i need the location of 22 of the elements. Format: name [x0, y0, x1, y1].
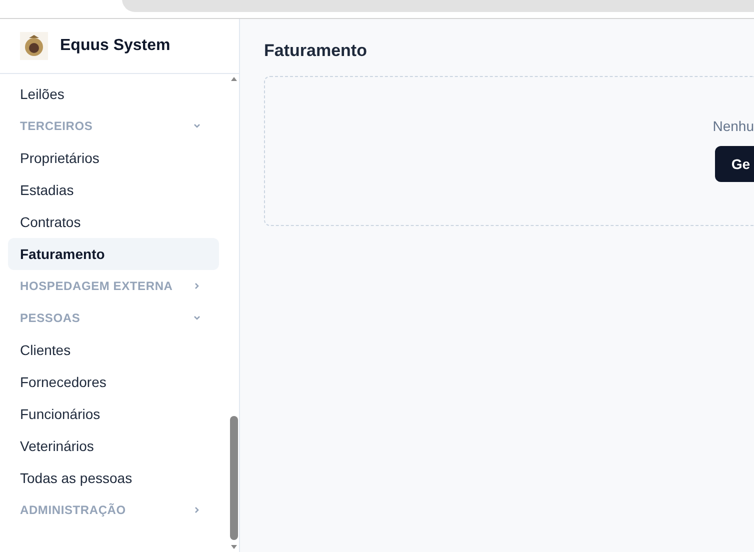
chevron-right-icon	[193, 506, 201, 514]
scroll-down-icon[interactable]	[230, 544, 238, 550]
sidebar-item[interactable]: Fornecedores	[8, 366, 219, 398]
sidebar-item[interactable]: Veterinários	[8, 430, 219, 462]
page-title: Faturamento	[264, 41, 368, 61]
chevron-down-icon	[193, 122, 201, 130]
sidebar-item[interactable]: Todas as pessoas	[8, 462, 219, 494]
sidebar-item[interactable]: Funcionários	[8, 398, 219, 430]
scroll-up-icon[interactable]	[230, 76, 238, 82]
app-name: Equus System	[60, 37, 170, 55]
crest-logo-icon	[20, 32, 48, 60]
sidebar-item[interactable]: Estadias	[8, 174, 219, 206]
sidebar-item[interactable]: Proprietários	[8, 142, 219, 174]
empty-message: Nenhu	[712, 118, 754, 134]
sidebar-item[interactable]: Faturamento	[8, 238, 219, 270]
sidebar-item[interactable]: Contratos	[8, 206, 219, 238]
scrollbar-thumb[interactable]	[230, 416, 238, 540]
generate-button[interactable]: Ge	[715, 146, 754, 182]
chevron-right-icon	[193, 282, 201, 290]
sidebar-item[interactable]: Leilões	[8, 78, 219, 110]
chevron-down-icon	[193, 314, 201, 322]
sidebar-item[interactable]: Clientes	[8, 334, 219, 366]
